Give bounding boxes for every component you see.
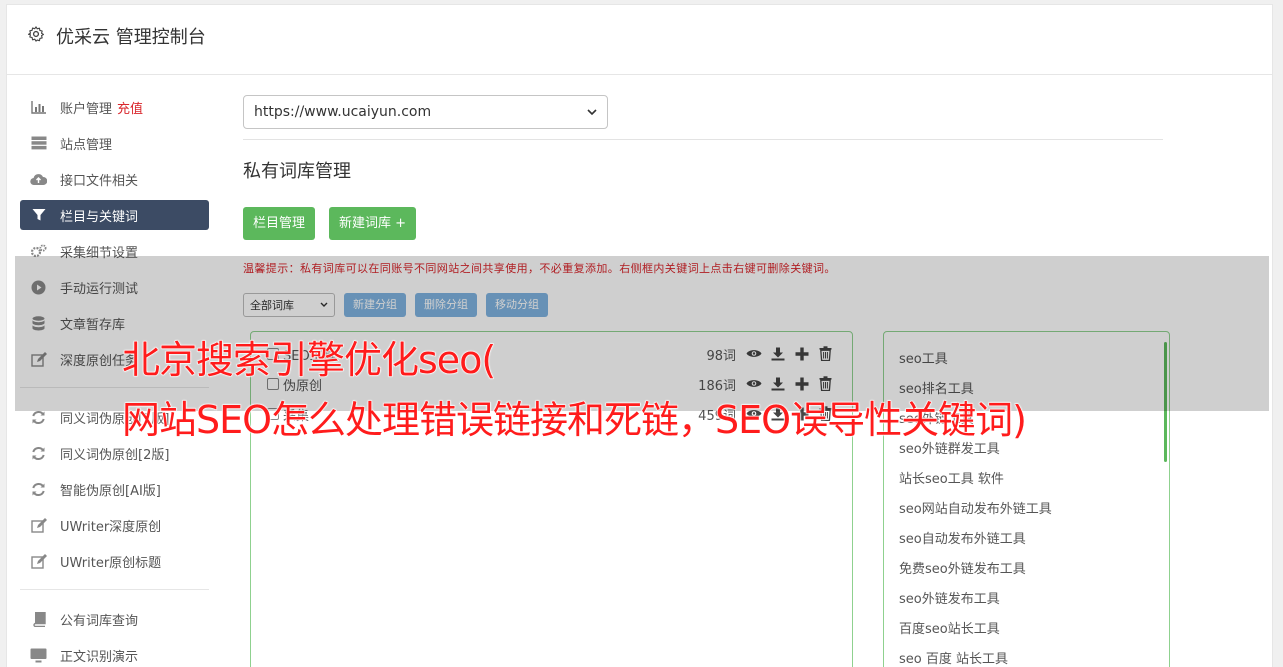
overlay-title-line2: 网站SEO怎么处理错误链接和死链，SEO误导性关键词) <box>122 398 1028 443</box>
sidebar-item-uwriter-deep[interactable]: UWriter深度原创 <box>20 510 209 540</box>
sidebar-item-uwriter-title[interactable]: UWriter原创标题 <box>20 546 209 576</box>
keyword-item[interactable]: 免费seo外链发布工具 <box>899 558 1026 577</box>
keyword-item[interactable]: seo外链发布工具 <box>899 588 1000 607</box>
keyword-item[interactable]: 站长seo工具 软件 <box>899 468 1004 487</box>
sidebar-item-label: 账户管理 <box>60 101 113 117</box>
recharge-link[interactable]: 充值 <box>117 98 143 117</box>
keyword-item[interactable]: 百度seo站长工具 <box>899 618 1000 637</box>
edit-icon <box>30 553 47 570</box>
sidebar-item-label: UWriter原创标题 <box>60 555 162 571</box>
sidebar-item-ai-rewrite[interactable]: 智能伪原创[AI版] <box>20 474 209 504</box>
keyword-item[interactable]: seo 百度 站长工具 <box>899 648 1008 667</box>
book-icon <box>30 611 47 628</box>
sidebar-item-label: 栏目与关键词 <box>60 209 139 225</box>
new-library-button[interactable]: 新建词库 + <box>329 207 417 240</box>
refresh-icon <box>30 481 47 498</box>
refresh-icon <box>30 409 47 426</box>
sidebar-item-label: 接口文件相关 <box>60 173 139 189</box>
action-buttons: 栏目管理 新建词库 + <box>243 207 1163 240</box>
site-select[interactable]: https://www.ucaiyun.com <box>243 95 608 129</box>
sidebar-divider <box>20 589 209 590</box>
filter-icon <box>30 207 47 224</box>
keyword-item[interactable]: seo自动发布外链工具 <box>899 528 1026 547</box>
keyword-item[interactable]: seo网站自动发布外链工具 <box>899 498 1052 517</box>
overlay-title-line1: 北京搜索引擎优化seo( <box>121 338 496 383</box>
sidebar-item-label: UWriter深度原创 <box>60 519 162 535</box>
sidebar-item-text-recognition[interactable]: 正文识别演示 <box>20 640 209 667</box>
server-icon <box>30 135 47 152</box>
bar-chart-icon <box>30 99 47 116</box>
site-select-value: https://www.ucaiyun.com <box>254 104 432 120</box>
section-title: 私有词库管理 <box>243 161 351 182</box>
gear-icon <box>27 26 45 42</box>
sidebar-item-sites[interactable]: 站点管理 <box>20 128 209 158</box>
refresh-icon <box>30 445 47 462</box>
page-title: 优采云 管理控制台 <box>56 27 206 48</box>
sidebar-item-label: 公有词库查询 <box>60 613 139 629</box>
sidebar-item-synonym-v2[interactable]: 同义词伪原创[2版] <box>20 438 209 468</box>
sidebar-item-label: 智能伪原创[AI版] <box>60 483 161 499</box>
sidebar-item-label: 正文识别演示 <box>60 649 139 665</box>
sidebar-item-api-files[interactable]: 接口文件相关 <box>20 164 209 194</box>
overlay-band <box>15 256 1269 411</box>
column-manage-button[interactable]: 栏目管理 <box>243 207 316 240</box>
sidebar-item-columns-keywords[interactable]: 栏目与关键词 <box>20 200 209 230</box>
sidebar-item-public-lib[interactable]: 公有词库查询 <box>20 604 209 634</box>
sidebar-item-label: 同义词伪原创[2版] <box>60 447 170 463</box>
chevron-down-icon <box>587 108 597 115</box>
sidebar-item-account[interactable]: 账户管理 充值 <box>20 92 209 122</box>
sidebar-item-label: 站点管理 <box>60 137 113 153</box>
monitor-icon <box>30 647 47 664</box>
header-bar: 优采云 管理控制台 <box>7 5 1272 75</box>
cloud-upload-icon <box>30 171 47 188</box>
divider <box>243 139 1163 140</box>
edit-icon <box>30 517 47 534</box>
